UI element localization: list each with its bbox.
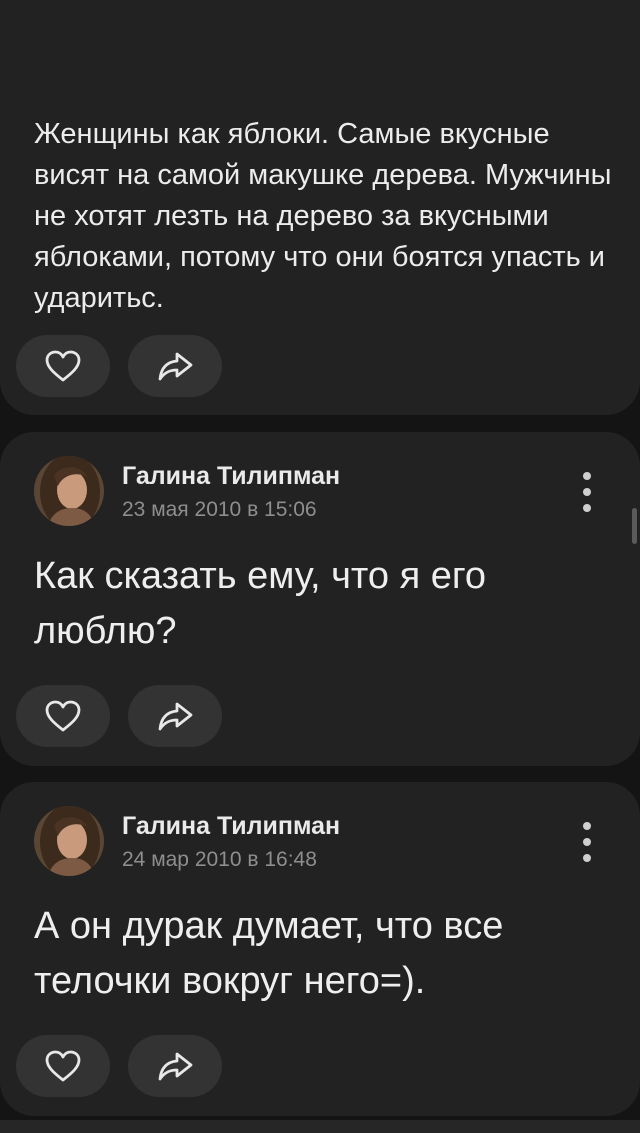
page: galatilipman Женщины как яблоки. Самые в… (0, 0, 640, 1133)
post-author-row: Галина Тилипман 24 мар 2010 в 16:48 (34, 806, 594, 878)
share-arrow-icon (158, 352, 193, 381)
share-button[interactable] (128, 685, 222, 747)
post-text: Женщины как яблоки. Самые вкусные висят … (34, 118, 612, 314)
avatar-photo (34, 456, 104, 526)
post-card: Женщины как яблоки. Самые вкусные висят … (0, 0, 640, 415)
share-arrow-icon (158, 702, 193, 731)
more-options-button[interactable] (575, 822, 599, 862)
scrollbar[interactable] (632, 508, 637, 544)
like-button[interactable] (16, 335, 110, 397)
like-button[interactable] (16, 1035, 110, 1097)
more-options-button[interactable] (575, 472, 599, 512)
more-vertical-icon (583, 822, 591, 830)
more-vertical-icon (583, 472, 591, 480)
heart-icon (45, 350, 81, 382)
share-arrow-icon (158, 1052, 193, 1081)
post-text: Как сказать ему, что я его люблю? (34, 555, 486, 652)
heart-icon (45, 1050, 81, 1082)
avatar[interactable] (34, 456, 104, 526)
avatar[interactable] (34, 806, 104, 876)
share-button[interactable] (128, 335, 222, 397)
post-date: 24 мар 2010 в 16:48 (122, 848, 317, 871)
post-text: А он дурак думает, что все телочки вокру… (34, 905, 504, 1002)
like-button[interactable] (16, 685, 110, 747)
author-name[interactable]: Галина Тилипман (122, 462, 340, 491)
post-card: Галина Тилипман 24 мар 2010 в 16:48 А он… (0, 782, 640, 1116)
post-card: Галина Тилипман 23 мая 2010 в 15:06 Как … (0, 432, 640, 766)
heart-icon (45, 700, 81, 732)
author-name[interactable]: Галина Тилипман (122, 812, 340, 841)
post-date: 23 мая 2010 в 15:06 (122, 498, 317, 521)
avatar-photo (34, 806, 104, 876)
bottom-card-edge (0, 1120, 640, 1133)
share-button[interactable] (128, 1035, 222, 1097)
post-author-row: Галина Тилипман 23 мая 2010 в 15:06 (34, 456, 594, 528)
